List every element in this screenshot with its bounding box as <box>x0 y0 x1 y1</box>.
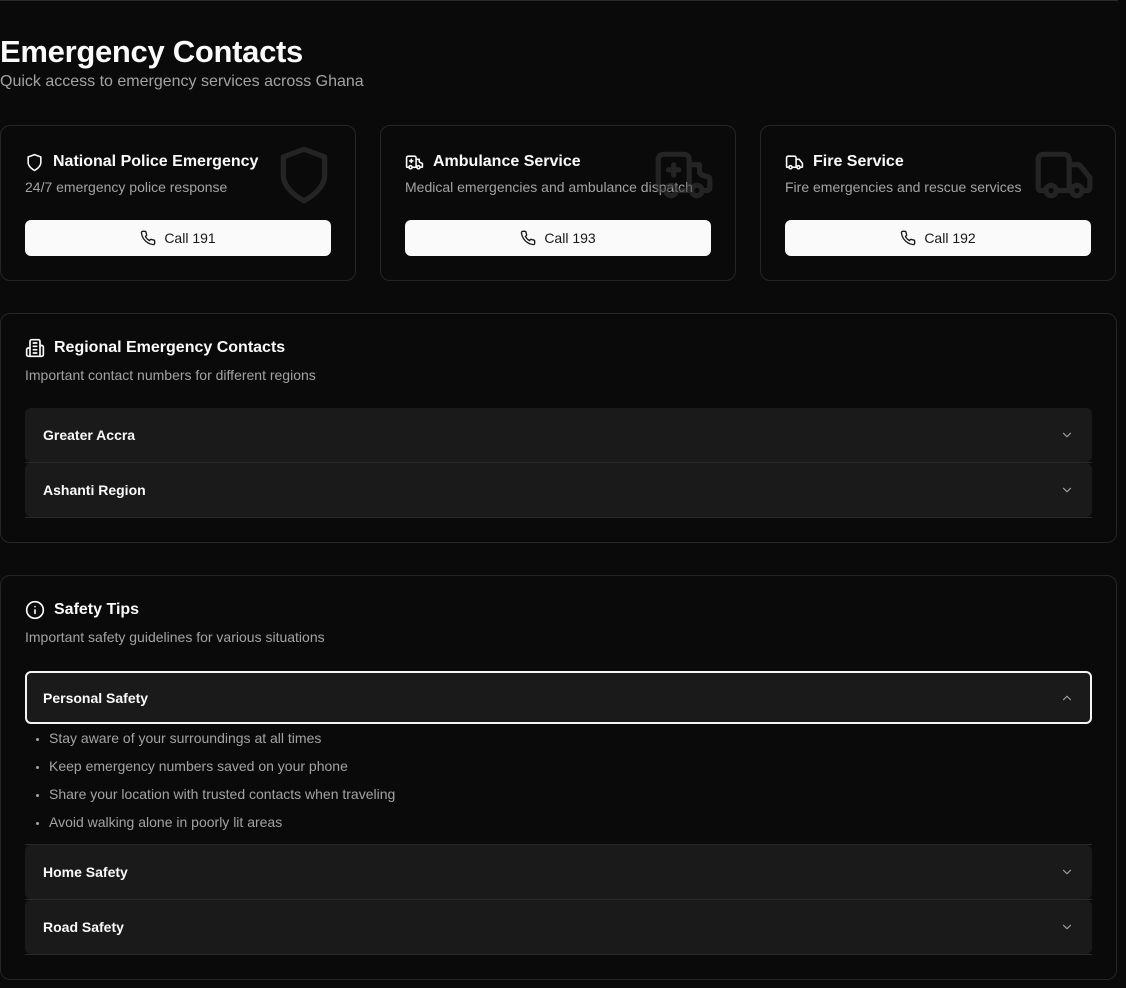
phone-icon <box>901 230 916 246</box>
call-ambulance-button[interactable]: Call 193 <box>405 220 711 256</box>
ambulance-service-card: Ambulance Service Medical emergencies an… <box>380 125 736 281</box>
accordion-personal-safety[interactable]: Personal Safety <box>25 671 1092 724</box>
button-label: Call 191 <box>164 230 216 246</box>
accordion-label: Personal Safety <box>43 689 149 706</box>
chevron-up-icon <box>1062 695 1072 700</box>
chevron-down-icon <box>1062 924 1072 930</box>
shield-icon <box>280 146 328 204</box>
chevron-down-icon <box>1062 869 1072 875</box>
card-description: 24/7 emergency police response <box>25 179 228 195</box>
call-fire-button[interactable]: Call 192 <box>785 220 1091 256</box>
accordion-greater-accra[interactable]: Greater Accra <box>25 408 1092 462</box>
accordion-home-safety[interactable]: Home Safety <box>25 845 1092 899</box>
accordion-ashanti-region[interactable]: Ashanti Region <box>25 463 1092 517</box>
top-divider <box>0 0 1118 1</box>
section-description: Important safety guidelines for various … <box>25 629 325 645</box>
card-header: National Police Emergency <box>25 152 258 172</box>
page-subtitle: Quick access to emergency services acros… <box>0 73 364 90</box>
phone-icon <box>141 230 156 246</box>
card-title: National Police Emergency <box>53 153 259 170</box>
chevron-down-icon <box>1062 432 1072 438</box>
card-title: Fire Service <box>813 153 904 170</box>
list-item: Share your location with trusted contact… <box>49 780 395 808</box>
accordion-label: Home Safety <box>43 864 128 880</box>
list-item: Stay aware of your surroundings at all t… <box>49 724 395 752</box>
accordion-divider <box>25 517 1092 518</box>
list-item: Avoid walking alone in poorly lit areas <box>49 808 395 836</box>
button-label: Call 192 <box>924 230 976 246</box>
accordion-label: Road Safety <box>43 919 124 935</box>
building-icon <box>25 338 45 358</box>
accordion-label: Greater Accra <box>43 427 136 443</box>
accordion-label: Ashanti Region <box>43 482 146 498</box>
ambulance-icon <box>655 151 713 199</box>
regional-contacts-card: Regional Emergency Contacts Important co… <box>0 313 1117 543</box>
button-label: Call 193 <box>544 230 596 246</box>
card-header: Ambulance Service <box>405 152 581 172</box>
section-header: Regional Emergency Contacts <box>25 338 285 358</box>
accordion-road-safety[interactable]: Road Safety <box>25 900 1092 954</box>
card-header: Fire Service <box>785 152 904 172</box>
card-description: Medical emergencies and ambulance dispat… <box>405 179 693 195</box>
phone-icon <box>521 230 536 246</box>
page-title: Emergency Contacts <box>0 34 303 69</box>
section-title: Regional Emergency Contacts <box>54 339 286 356</box>
accordion-divider <box>25 954 1092 955</box>
fire-service-card: Fire Service Fire emergencies and rescue… <box>760 125 1116 281</box>
shield-icon <box>27 153 42 171</box>
section-description: Important contact numbers for different … <box>25 367 316 383</box>
personal-safety-tips-list: Stay aware of your surroundings at all t… <box>25 724 395 836</box>
truck-icon <box>1035 151 1093 199</box>
section-title: Safety Tips <box>54 601 140 618</box>
safety-tips-card: Safety Tips Important safety guidelines … <box>0 575 1117 980</box>
info-icon <box>25 600 45 620</box>
police-service-card: National Police Emergency 24/7 emergency… <box>0 125 356 281</box>
card-description: Fire emergencies and rescue services <box>785 179 1022 195</box>
card-title: Ambulance Service <box>433 153 581 170</box>
call-police-button[interactable]: Call 191 <box>25 220 331 256</box>
section-header: Safety Tips <box>25 600 139 620</box>
list-item: Keep emergency numbers saved on your pho… <box>49 752 395 780</box>
chevron-down-icon <box>1062 487 1072 493</box>
ambulance-icon <box>405 154 424 170</box>
truck-icon <box>785 154 804 170</box>
